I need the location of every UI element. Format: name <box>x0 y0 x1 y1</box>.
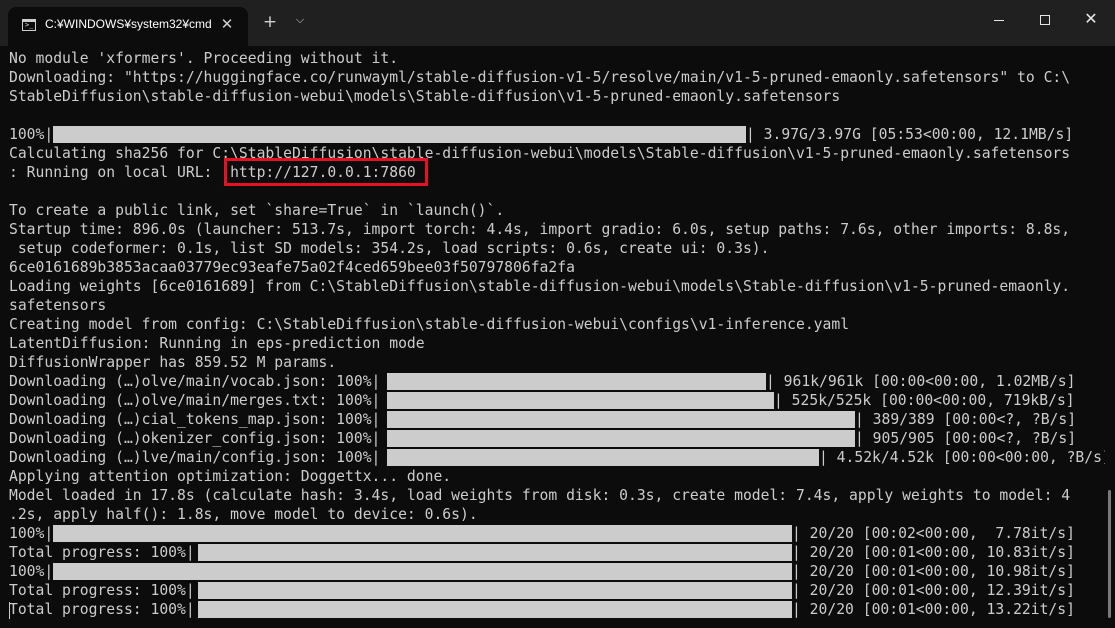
progress-line: Total progress: 100%| | 20/20 [00:01<00:… <box>9 581 1075 600</box>
terminal-line: StableDiffusion\stable-diffusion-webui\m… <box>9 88 841 105</box>
tab-dropdown-chevron-icon[interactable]: ⌵ <box>290 13 310 35</box>
terminal-line: Model loaded in 17.8s (calculate hash: 3… <box>9 487 1071 504</box>
progress-line: Downloading (…)lve/main/config.json: 100… <box>9 448 1105 467</box>
progress-prefix: Downloading (…)cial_tokens_map.json: 100… <box>9 411 381 428</box>
scrollbar-thumb[interactable] <box>1108 490 1111 618</box>
progress-line: Downloading (…)olve/main/vocab.json: 100… <box>9 372 1076 391</box>
terminal-line: LatentDiffusion: Running in eps-predicti… <box>9 335 425 352</box>
progress-bar <box>387 392 774 409</box>
minimize-button[interactable] <box>976 0 1022 40</box>
tab-close-icon[interactable]: ✕ <box>217 15 237 35</box>
terminal-window: >_ C:¥WINDOWS¥system32¥cmd ✕ + ⌵ ✕ No mo… <box>0 0 1115 628</box>
progress-stats: | 3.97G/3.97G [05:53<00:00, 12.1MB/s] <box>746 126 1074 143</box>
terminal-line: safetensors <box>9 297 107 314</box>
terminal-line: To create a public link, set `share=True… <box>9 202 505 219</box>
terminal-tab[interactable]: >_ C:¥WINDOWS¥system32¥cmd ✕ <box>8 7 248 46</box>
progress-prefix: Total progress: 100%| <box>9 544 195 561</box>
terminal-line: No module 'xformers'. Proceeding without… <box>9 50 399 67</box>
title-bar: >_ C:¥WINDOWS¥system32¥cmd ✕ + ⌵ ✕ <box>0 0 1115 46</box>
progress-bar <box>53 126 746 143</box>
progress-stats: | 905/905 [00:00<?, ?B/s] <box>855 430 1077 447</box>
progress-line: 100%| | 20/20 [00:01<00:00, 10.98it/s] <box>9 562 1075 581</box>
minimize-icon <box>994 20 1004 21</box>
progress-prefix: Downloading (…)okenizer_config.json: 100… <box>9 430 381 447</box>
progress-bar <box>198 544 792 561</box>
tab-title: C:¥WINDOWS¥system32¥cmd <box>45 17 212 31</box>
progress-prefix: Total progress: 100%| <box>9 582 195 599</box>
progress-prefix: Total progress: 100%| <box>9 601 195 618</box>
progress-bar <box>387 430 855 447</box>
cmd-icon-prompt: >_ <box>25 21 34 29</box>
terminal-line: Downloading: "https://huggingface.co/run… <box>9 69 1071 86</box>
progress-stats: | 20/20 [00:01<00:00, 12.39it/s] <box>792 582 1075 599</box>
progress-line: 100%| | 3.97G/3.97G [05:53<00:00, 12.1MB… <box>9 125 1073 144</box>
terminal-line: Loading weights [6ce0161689] from C:\Sta… <box>9 278 1071 295</box>
progress-bar <box>198 601 792 618</box>
progress-stats: | 20/20 [00:01<00:00, 10.98it/s] <box>792 563 1075 580</box>
progress-line: Downloading (…)okenizer_config.json: 100… <box>9 429 1076 448</box>
progress-stats: | 961k/961k [00:00<00:00, 1.02MB/s] <box>766 373 1076 390</box>
local-url-highlight-box <box>224 158 428 186</box>
progress-bar <box>387 411 855 428</box>
progress-stats: | 20/20 [00:01<00:00, 13.22it/s] <box>792 601 1075 618</box>
progress-stats: | 389/389 [00:00<?, ?B/s] <box>855 411 1077 428</box>
terminal-line: .2s, apply half(): 1.8s, move model to d… <box>9 506 478 523</box>
terminal-line: Applying attention optimization: Doggett… <box>9 468 452 485</box>
progress-stats: | 525k/525k [00:00<00:00, 719kB/s] <box>774 392 1075 409</box>
close-window-button[interactable]: ✕ <box>1068 0 1114 40</box>
new-tab-button[interactable]: + <box>258 12 282 36</box>
maximize-icon <box>1040 15 1050 25</box>
progress-stats: | 20/20 [00:01<00:00, 10.83it/s] <box>792 544 1075 561</box>
progress-bar <box>53 525 792 542</box>
progress-stats: | 20/20 [00:02<00:00, 7.78it/s] <box>792 525 1075 542</box>
terminal-line: Creating model from config: C:\StableDif… <box>9 316 850 333</box>
progress-line: Total progress: 100%| | 20/20 [00:01<00:… <box>9 543 1075 562</box>
progress-line: Downloading (…)cial_tokens_map.json: 100… <box>9 410 1076 429</box>
terminal-line: setup codeformer: 0.1s, list SD models: … <box>9 240 770 257</box>
progress-bar <box>198 582 792 599</box>
progress-stats: | 4.52k/4.52k [00:00<00:00, ?B/s] <box>819 449 1105 466</box>
progress-prefix: Downloading (…)olve/main/vocab.json: 100… <box>9 373 381 390</box>
text-cursor <box>9 602 10 619</box>
progress-prefix: Downloading (…)lve/main/config.json: 100… <box>9 449 381 466</box>
terminal-line: Calculating sha256 for C:\StableDiffusio… <box>9 145 1071 162</box>
progress-bar <box>387 373 766 390</box>
maximize-button[interactable] <box>1022 0 1068 40</box>
progress-prefix: Downloading (…)olve/main/merges.txt: 100… <box>9 392 381 409</box>
progress-line: 100%| | 20/20 [00:02<00:00, 7.78it/s] <box>9 524 1075 543</box>
terminal-output[interactable]: No module 'xformers'. Proceeding without… <box>0 46 1105 628</box>
progress-line: Downloading (…)olve/main/merges.txt: 100… <box>9 391 1075 410</box>
progress-prefix: 100%| <box>9 525 54 542</box>
close-icon: ✕ <box>1084 9 1098 28</box>
progress-prefix: 100%| <box>9 563 54 580</box>
cmd-terminal-icon: >_ <box>22 19 36 31</box>
terminal-line: DiffusionWrapper has 859.52 M params. <box>9 354 337 371</box>
progress-bar <box>53 563 792 580</box>
progress-line: Total progress: 100%| | 20/20 [00:01<00:… <box>9 600 1075 619</box>
terminal-line: 6ce0161689b3853acaa03779ec93eafe75a02f4c… <box>9 259 575 276</box>
progress-prefix: 100%| <box>9 126 54 143</box>
progress-bar <box>387 449 819 466</box>
terminal-line: Startup time: 896.0s (launcher: 513.7s, … <box>9 221 1071 238</box>
